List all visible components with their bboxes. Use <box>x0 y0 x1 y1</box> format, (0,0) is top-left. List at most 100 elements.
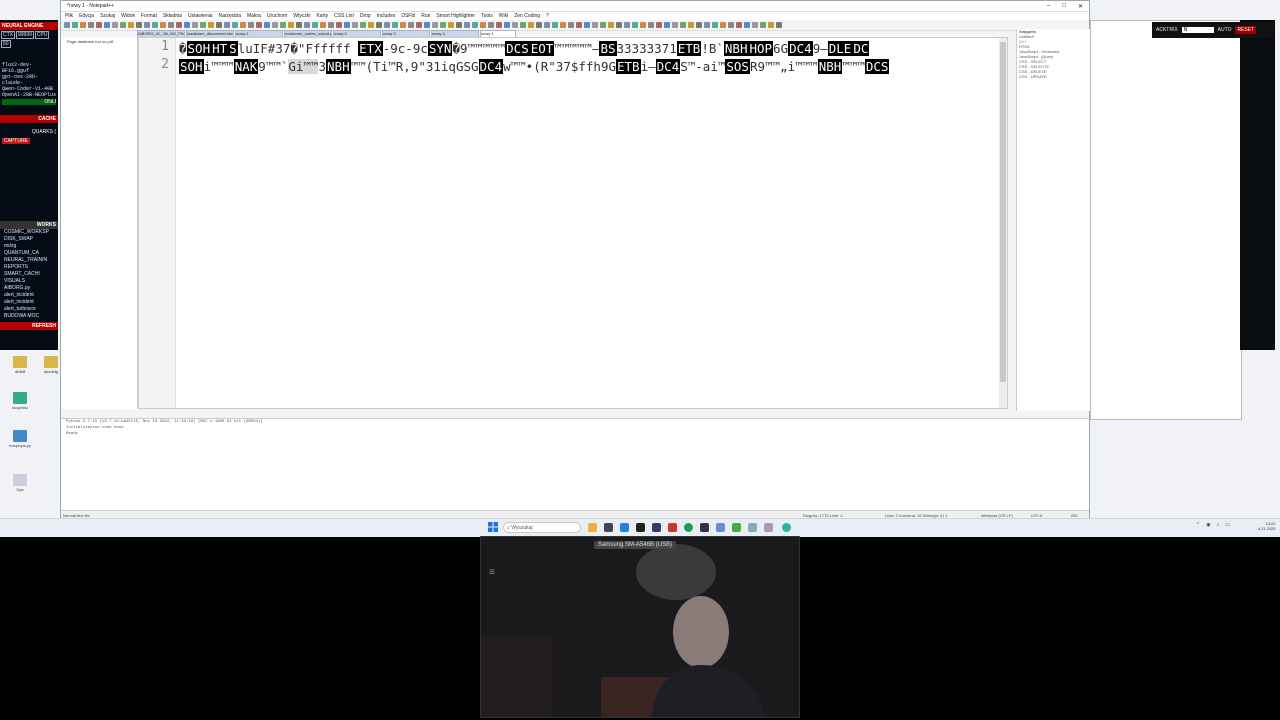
hamburger-menu-icon[interactable]: ≡ <box>489 567 501 578</box>
toolbar-button-icon[interactable] <box>200 22 206 28</box>
toolbar-button-icon[interactable] <box>264 22 270 28</box>
chrome-icon[interactable] <box>684 523 693 532</box>
toolbar-button-icon[interactable] <box>392 22 398 28</box>
app-icon[interactable] <box>782 523 791 532</box>
desktop-icon[interactable]: noop/ops.py <box>5 430 35 448</box>
menu-item[interactable]: Narzędzia <box>219 13 242 19</box>
toolbar-button-icon[interactable] <box>424 22 430 28</box>
toolbar-button-icon[interactable] <box>440 22 446 28</box>
snippet-item[interactable]: CSS - UPDATE <box>1017 74 1090 79</box>
toolbar-button-icon[interactable] <box>352 22 358 28</box>
toolbar-button-icon[interactable] <box>96 22 102 28</box>
task-view-icon[interactable] <box>604 523 613 532</box>
toolbar-button-icon[interactable] <box>208 22 214 28</box>
app-icon[interactable] <box>748 523 757 532</box>
toolbar-button-icon[interactable] <box>104 22 110 28</box>
toolbar-button-icon[interactable] <box>120 22 126 28</box>
background-window[interactable] <box>1090 20 1242 420</box>
toolbar-button-icon[interactable] <box>152 22 158 28</box>
toolbar-button-icon[interactable] <box>640 22 646 28</box>
toolbar-button-icon[interactable] <box>560 22 566 28</box>
code-line[interactable]: SOHi™™™NAK9™™`Gi™™3NBH™™(Ti™R,9"31iqGSGD… <box>179 58 1005 76</box>
toolbar-button-icon[interactable] <box>696 22 702 28</box>
menu-item[interactable]: Drop <box>360 13 371 19</box>
app-icon[interactable] <box>668 523 677 532</box>
menu-item[interactable]: Wiki <box>499 13 508 19</box>
file-explorer-icon[interactable] <box>588 523 597 532</box>
menu-item[interactable]: Uruchom <box>267 13 287 19</box>
volume-icon[interactable]: ♪ <box>1217 522 1220 528</box>
notepadpp-icon[interactable] <box>732 523 741 532</box>
battery-icon[interactable]: ▭ <box>1225 522 1230 528</box>
tree-item[interactable]: NEURAL_TRAININ <box>0 257 58 264</box>
toolbar-button-icon[interactable] <box>592 22 598 28</box>
terminal-window[interactable] <box>1240 20 1275 350</box>
toolbar-button-icon[interactable] <box>72 22 78 28</box>
menu-item[interactable]: Karty <box>316 13 328 19</box>
tree-item[interactable]: alert_incident <box>0 299 58 306</box>
toolbar-button-icon[interactable] <box>88 22 94 28</box>
toolbar-button-icon[interactable] <box>160 22 166 28</box>
toolbar-button-icon[interactable] <box>480 22 486 28</box>
app-icon[interactable] <box>764 523 773 532</box>
toolbar-button-icon[interactable] <box>712 22 718 28</box>
toolbar-button-icon[interactable] <box>632 22 638 28</box>
menu-item[interactable]: Plik <box>65 13 73 19</box>
menu-item[interactable]: Tools <box>481 13 493 19</box>
toolbar-button-icon[interactable] <box>416 22 422 28</box>
menu-item[interactable]: Składnia <box>163 13 182 19</box>
app-icon[interactable] <box>620 523 629 532</box>
app-icon[interactable] <box>716 523 725 532</box>
toolbar-button-icon[interactable] <box>680 22 686 28</box>
toolbar-button-icon[interactable] <box>128 22 134 28</box>
tree-item[interactable]: mdzg <box>0 243 58 250</box>
toolbar-button-icon[interactable] <box>496 22 502 28</box>
menu-item[interactable]: Szukaj <box>100 13 115 19</box>
code-editor[interactable]: 1 2 �SOH HT SluIF#37�"Ffffff ETX-9c-9cSYN�… <box>138 37 1008 409</box>
tree-item[interactable]: REPORTS <box>0 264 58 271</box>
toolbar-button-icon[interactable] <box>216 22 222 28</box>
toolbar-button-icon[interactable] <box>616 22 622 28</box>
menu-item[interactable]: DSFbl <box>401 13 415 19</box>
toolbar-button-icon[interactable] <box>288 22 294 28</box>
taskbar-clock[interactable]: 13:22 4.11.2025 <box>1258 521 1276 531</box>
toolbar-button-icon[interactable] <box>368 22 374 28</box>
tree-item[interactable]: alert_turbosce <box>0 306 58 313</box>
toolbar-button-icon[interactable] <box>296 22 302 28</box>
toolbar-button-icon[interactable] <box>256 22 262 28</box>
terminal-icon[interactable] <box>636 523 645 532</box>
menu-item[interactable]: CSS Lint <box>334 13 354 19</box>
tree-item[interactable]: COSMIC_WORKSP <box>0 229 58 236</box>
toolbar-button-icon[interactable] <box>432 22 438 28</box>
menu-item[interactable]: Widok <box>121 13 135 19</box>
toolbar-button-icon[interactable] <box>320 22 326 28</box>
menu-item[interactable]: Ustawienia <box>188 13 212 19</box>
toolbar-button-icon[interactable] <box>720 22 726 28</box>
menu-item[interactable]: Includes <box>377 13 396 19</box>
left-pane-label[interactable]: Page database run no.pdf <box>61 37 137 46</box>
toolbar-button-icon[interactable] <box>664 22 670 28</box>
toolbar-button-icon[interactable] <box>224 22 230 28</box>
toolbar-button-icon[interactable] <box>704 22 710 28</box>
reset-button[interactable]: RESET <box>1235 26 1257 34</box>
auto-toggle[interactable]: AUTO <box>1218 27 1232 33</box>
desktop-icon[interactable]: noop/hsc <box>5 392 35 410</box>
toolbar-button-icon[interactable] <box>192 22 198 28</box>
toolbar-button-icon[interactable] <box>312 22 318 28</box>
toolbar-button-icon[interactable] <box>464 22 470 28</box>
tree-item[interactable]: DISK_SWAP <box>0 236 58 243</box>
toolbar-button-icon[interactable] <box>248 22 254 28</box>
toolbar-button-icon[interactable] <box>272 22 278 28</box>
toolbar-button-icon[interactable] <box>336 22 342 28</box>
toolbar-button-icon[interactable] <box>688 22 694 28</box>
network-icon[interactable]: ◉ <box>1206 522 1210 528</box>
toolbar-button-icon[interactable] <box>448 22 454 28</box>
tree-item[interactable]: VISUALS <box>0 278 58 285</box>
close-icon[interactable]: ✕ <box>1078 3 1083 10</box>
menu-item[interactable]: Makra <box>247 13 261 19</box>
ctx-cell[interactable]: CTX <box>1 31 15 39</box>
toolbar-button-icon[interactable] <box>240 22 246 28</box>
toolbar-button-icon[interactable] <box>344 22 350 28</box>
menu-item[interactable]: Zen Coding <box>514 13 540 19</box>
toolbar-button-icon[interactable] <box>512 22 518 28</box>
